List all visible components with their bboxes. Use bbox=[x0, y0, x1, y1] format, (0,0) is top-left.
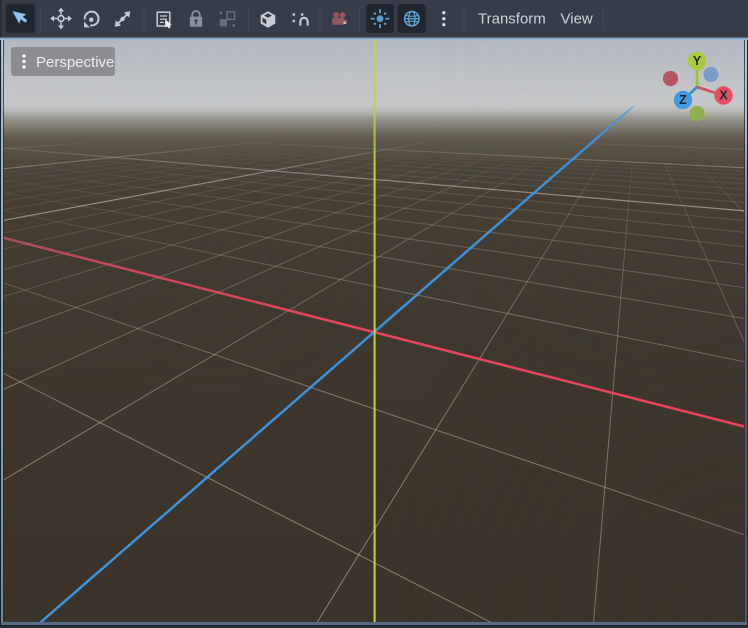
svg-text:Transform: Transform bbox=[478, 11, 546, 28]
svg-text:Y: Y bbox=[693, 54, 702, 68]
svg-text:X: X bbox=[719, 89, 728, 103]
svg-text:View: View bbox=[561, 11, 593, 28]
svg-text:Z: Z bbox=[679, 93, 687, 107]
svg-text:Perspective: Perspective bbox=[36, 54, 114, 71]
